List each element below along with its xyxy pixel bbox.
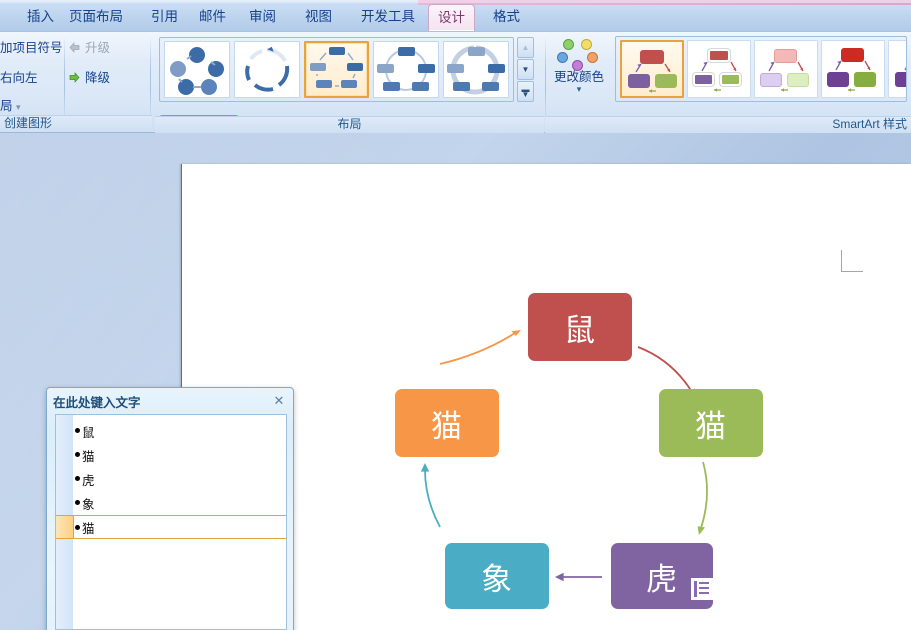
change-colors-label: 更改颜色 bbox=[549, 71, 609, 84]
change-colors-button[interactable]: 更改颜色 ▾ bbox=[549, 36, 609, 102]
bullet-icon bbox=[75, 476, 80, 481]
text-pane-item-label: 猫 bbox=[82, 518, 95, 537]
text-pane-item-3[interactable]: 虎 bbox=[56, 467, 286, 491]
text-cursor-artifact bbox=[691, 578, 713, 600]
diagram-shape-1[interactable]: 鼠 bbox=[528, 293, 632, 361]
tab-developer[interactable]: 开发工具 bbox=[352, 4, 424, 31]
text-pane-item-label: 象 bbox=[82, 494, 95, 513]
style-thumb-3[interactable] bbox=[754, 40, 818, 98]
ribbon-body: 加项目符号 右向左 局 ▾ 升级 降级 文本窗格 创建图形 bbox=[0, 31, 911, 133]
smartart-text-pane[interactable]: 在此处键入文字 ✕ 鼠 猫 虎 象 猫 bbox=[46, 387, 294, 630]
bullet-icon bbox=[75, 500, 80, 505]
bullet-icon bbox=[75, 428, 80, 433]
text-pane-item-label: 鼠 bbox=[82, 422, 95, 441]
promote-label: 升级 bbox=[85, 41, 110, 55]
tab-design[interactable]: 设计 bbox=[428, 4, 475, 31]
gallery-more-button[interactable]: ▬▼ bbox=[517, 81, 534, 102]
arrow-right-icon bbox=[68, 71, 81, 84]
demote-label: 降级 bbox=[85, 71, 110, 85]
layout-menu-label: 局 bbox=[0, 99, 13, 113]
group-label-layout: 布局 bbox=[155, 115, 544, 132]
tab-insert[interactable]: 插入 bbox=[18, 4, 63, 31]
layout-thumb-2[interactable] bbox=[234, 41, 300, 98]
ribbon: 插入 页面布局 引用 邮件 审阅 视图 开发工具 设计 格式 加项目符号 右向左… bbox=[0, 0, 911, 133]
diagram-shape-4[interactable]: 象 bbox=[445, 543, 549, 609]
style-thumb-5[interactable] bbox=[888, 40, 908, 98]
layout-thumb-1[interactable] bbox=[164, 41, 230, 98]
ribbon-tab-strip: 插入 页面布局 引用 邮件 审阅 视图 开发工具 设计 格式 bbox=[0, 0, 911, 31]
group-smartart-styles: 更改颜色 ▾ bbox=[545, 32, 911, 133]
layout-gallery[interactable] bbox=[159, 37, 514, 102]
style-thumb-1[interactable] bbox=[620, 40, 684, 98]
text-pane-title: 在此处键入文字 bbox=[53, 392, 271, 411]
style-thumb-2[interactable] bbox=[687, 40, 751, 98]
group-label-create-graphic: 创建图形 bbox=[0, 114, 152, 131]
gallery-scroll-down-button[interactable]: ▼ bbox=[517, 59, 534, 80]
text-pane-item-label: 猫 bbox=[82, 446, 95, 465]
group-label-smartart-styles: SmartArt 样式 bbox=[545, 115, 911, 132]
change-colors-dropdown-icon[interactable]: ▾ bbox=[549, 84, 609, 94]
style-thumb-4[interactable] bbox=[821, 40, 885, 98]
right-to-left-button[interactable]: 右向左 bbox=[0, 70, 38, 87]
bullet-icon bbox=[75, 525, 80, 530]
contextual-tab-band-top bbox=[418, 0, 911, 3]
bullet-icon bbox=[75, 452, 80, 457]
add-bullet-button[interactable]: 加项目符号 bbox=[0, 40, 63, 57]
change-colors-icon bbox=[557, 39, 601, 71]
tab-mailings[interactable]: 邮件 bbox=[190, 4, 235, 31]
tab-references[interactable]: 引用 bbox=[142, 4, 187, 31]
layout-thumb-4[interactable] bbox=[373, 41, 439, 98]
smartart-styles-gallery[interactable] bbox=[615, 36, 907, 102]
group-layout: ▲ ▼ ▬▼ 布局 bbox=[155, 32, 544, 133]
chevron-down-icon: ▾ bbox=[16, 102, 21, 112]
close-icon[interactable]: ✕ bbox=[271, 393, 287, 409]
diagram-shape-2[interactable]: 猫 bbox=[659, 389, 763, 457]
text-pane-item-4[interactable]: 象 bbox=[56, 491, 286, 515]
text-pane-item-5-selected[interactable]: 猫 bbox=[56, 515, 286, 539]
document-workspace: 鼠 猫 虎 象 猫 在此处键入文字 ✕ 鼠 猫 虎 bbox=[0, 133, 911, 630]
gallery-scroll-up-button[interactable]: ▲ bbox=[517, 37, 534, 58]
demote-button[interactable]: 降级 bbox=[68, 70, 110, 87]
tab-format[interactable]: 格式 bbox=[484, 4, 529, 31]
text-pane-item-2[interactable]: 猫 bbox=[56, 443, 286, 467]
gallery-scroll-buttons: ▲ ▼ ▬▼ bbox=[517, 37, 534, 102]
tab-page-layout[interactable]: 页面布局 bbox=[60, 4, 132, 31]
tab-review[interactable]: 审阅 bbox=[240, 4, 285, 31]
diagram-shape-5[interactable]: 猫 bbox=[395, 389, 499, 457]
layout-thumb-3-block-cycle[interactable] bbox=[304, 41, 370, 98]
text-pane-list[interactable]: 鼠 猫 虎 象 猫 bbox=[55, 414, 287, 630]
text-pane-item-1[interactable]: 鼠 bbox=[56, 419, 286, 443]
text-pane-item-label: 虎 bbox=[82, 470, 95, 489]
arrow-left-icon bbox=[68, 41, 81, 54]
tab-view[interactable]: 视图 bbox=[296, 4, 341, 31]
text-pane-header: 在此处键入文字 ✕ bbox=[47, 388, 293, 414]
layout-thumb-5[interactable] bbox=[443, 41, 509, 98]
promote-button[interactable]: 升级 bbox=[68, 40, 110, 57]
